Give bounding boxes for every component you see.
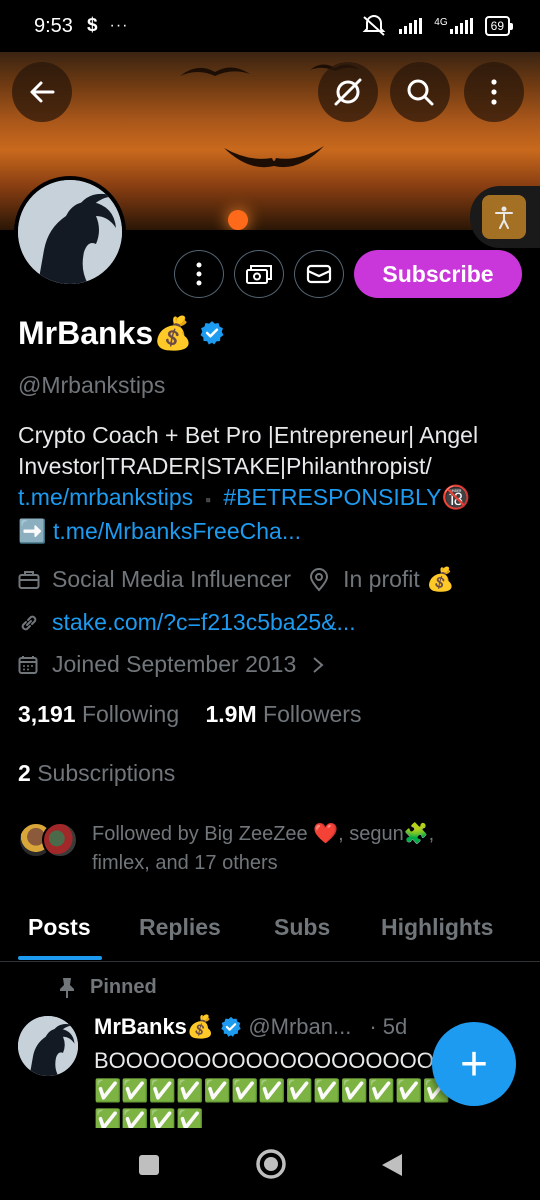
grok-button[interactable] [318,62,378,122]
profile-location: In profit 💰 [343,566,455,592]
goat-silhouette [18,1016,78,1076]
post-author-name[interactable]: MrBanks💰 [94,1014,214,1040]
bio-link-channel[interactable]: t.me/MrbanksFreeCha... [53,518,301,544]
network-signal: 4G [434,17,473,34]
sun [228,210,248,230]
profile-meta-row: Social Media Influencer In profit 💰 [18,566,455,593]
profile-category: Social Media Influencer [52,566,292,592]
tab-posts[interactable]: Posts [28,914,91,941]
system-nav-bar [0,1128,540,1200]
grok-icon [334,78,362,106]
mute-icon [362,15,386,36]
more-options-button[interactable] [464,62,524,122]
goat-silhouette [18,180,122,284]
briefcase-icon [18,570,42,590]
back-arrow-icon [30,81,55,103]
tab-replies[interactable]: Replies [139,914,221,941]
profile-joined-date: Joined September 2013 [52,651,297,677]
nav-recents-button[interactable] [138,1154,160,1181]
profile-tabs: Posts Replies Subs Highlights [0,900,540,962]
nav-back-icon [382,1154,402,1176]
subscriptions-count: 2 [18,760,31,786]
status-bar: 9:53 $ ··· 4G 69 [0,0,540,52]
message-button[interactable] [294,250,344,298]
followed-by-line: fimlex, and 17 others [92,852,278,874]
search-button[interactable] [390,62,450,122]
bio-separator: ▪️ [199,492,217,508]
subscriptions-label: Subscriptions [37,760,176,786]
back-button[interactable] [12,62,72,122]
arrow-emoji: ➡️ [18,518,47,544]
compose-button[interactable]: + [432,1022,516,1106]
post-author-avatar[interactable] [18,1016,78,1076]
followers-stat[interactable]: 1.9M Followers [206,701,362,727]
bird-silhouette [224,146,324,168]
more-notifications-icon: ··· [109,17,129,34]
tip-button[interactable] [234,250,284,298]
bio-link-telegram[interactable]: t.me/mrbankstips [18,484,193,510]
followed-by-line: Followed by Big ZeeZee ❤️, segun🧩, [92,823,435,845]
profile-bio: Crypto Coach + Bet Pro |Entrepreneur| An… [18,420,528,547]
verified-badge-icon [221,1016,242,1037]
followers-count: 1.9M [205,701,257,727]
more-actions-button[interactable] [174,250,224,298]
followed-by-avatars[interactable] [18,822,78,858]
followers-label: Followers [263,701,362,727]
follow-stats: 3,191 Following 1.9M Followers [18,701,361,728]
signal-4g-icon [449,18,473,34]
mail-icon [306,264,332,284]
verified-badge-icon[interactable] [199,320,225,346]
more-vertical-icon [491,79,497,105]
accessibility-icon [482,195,526,239]
network-type: 4G [434,17,448,28]
subscribe-button[interactable]: Subscribe [354,250,522,298]
followed-by-text[interactable]: Followed by Big ZeeZee ❤️, segun🧩, fimle… [92,820,522,878]
profile-website-row: stake.com/?c=f213c5ba25&... [18,609,356,636]
search-icon [407,79,434,106]
active-tab-indicator [18,956,102,960]
nav-home-icon [256,1149,286,1179]
bird-silhouette [180,67,250,76]
profile-name-text: MrBanks💰 [18,315,193,351]
tab-subs[interactable]: Subs [274,914,330,941]
following-stat[interactable]: 3,191 Following [18,701,179,727]
bio-hashtag[interactable]: #BETRESPONSIBLY🔞 [223,484,470,510]
chevron-right-icon [312,656,324,674]
nav-recents-icon [139,1155,159,1175]
more-icon [196,262,202,286]
tip-money-icon [246,265,272,284]
location-pin-icon [309,567,333,592]
app-notification-icon: $ [86,15,98,36]
link-icon [18,612,42,634]
profile-avatar[interactable] [14,176,126,288]
profile-name: MrBanks💰 [18,314,225,352]
pinned-label: Pinned [58,976,157,999]
nav-home-button[interactable] [255,1148,287,1185]
status-time: 9:53 [34,14,73,37]
following-count: 3,191 [18,701,76,727]
accessibility-handle[interactable] [470,186,540,248]
pin-icon [60,977,74,998]
bio-line: Crypto Coach + Bet Pro |Entrepreneur| An… [18,422,479,448]
battery-icon: 69 [484,16,514,36]
following-label: Following [81,701,180,727]
post-checks-line: ✅✅✅✅ [94,1108,204,1128]
bio-line: Investor|TRADER|STAKE|Philanthropist/ [18,453,432,479]
compose-plus-icon: + [459,1037,489,1091]
profile-website-link[interactable]: stake.com/?c=f213c5ba25&... [52,609,356,636]
subscriptions-stat[interactable]: 2 Subscriptions [18,760,175,787]
profile-joined-row[interactable]: Joined September 2013 [18,651,324,678]
avatar [42,822,78,858]
calendar-icon [18,655,42,675]
post-header: MrBanks💰 @Mrban... · 5d [94,1014,407,1040]
profile-handle: @Mrbankstips [18,372,166,398]
nav-back-button[interactable] [380,1152,404,1183]
pinned-text: Pinned [90,976,157,998]
tab-highlights[interactable]: Highlights [381,914,493,941]
signal-icon [399,18,423,34]
post-author-handle[interactable]: @Mrban... [248,1014,351,1040]
post-time: · 5d [369,1014,408,1039]
